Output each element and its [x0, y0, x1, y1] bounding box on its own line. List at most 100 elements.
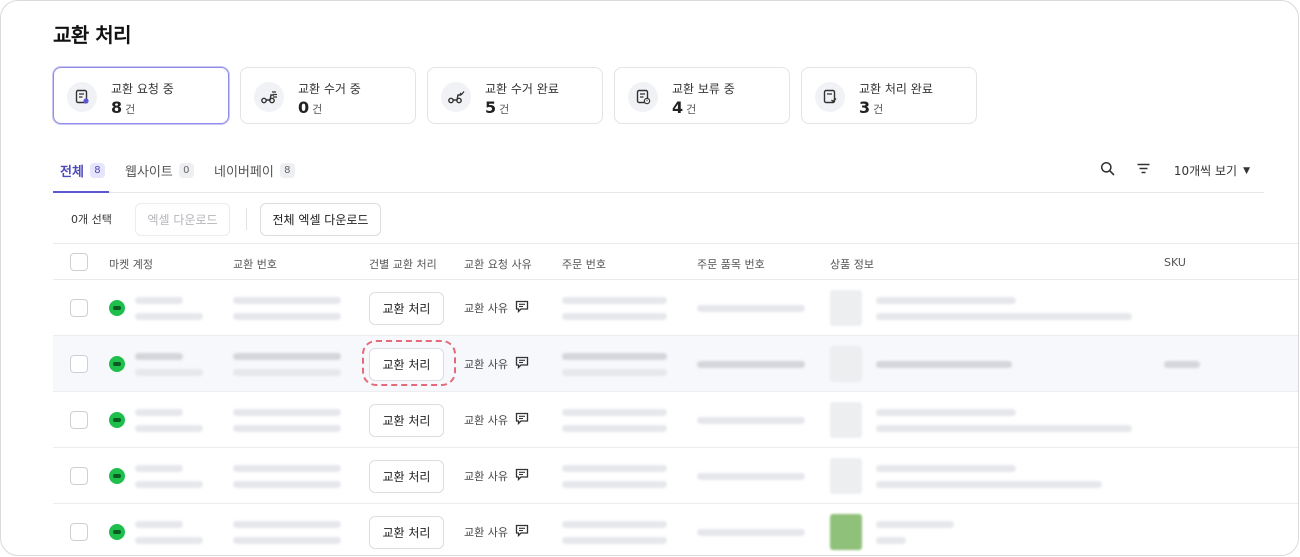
column-header: 교환 번호: [233, 258, 277, 271]
tab-label: 웹사이트: [125, 165, 173, 180]
status-card-count: 3건: [859, 98, 884, 117]
row-checkbox[interactable]: [70, 355, 88, 373]
redacted-text: [135, 521, 183, 528]
bulk-actions-bar: 0개 선택 엑셀 다운로드 전체 엑셀 다운로드: [53, 199, 1298, 243]
redacted-text: [876, 521, 954, 528]
redacted-text: [135, 297, 183, 304]
table-row[interactable]: 교환 처리 교환 사유: [53, 448, 1298, 504]
table-row[interactable]: 교환 처리 교환 사유: [53, 280, 1298, 336]
redacted-text: [876, 409, 1016, 416]
column-header: 상품 정보: [830, 258, 874, 271]
divider: [246, 208, 247, 230]
column-header: 건별 교환 처리: [369, 258, 437, 271]
table-row[interactable]: 교환 처리 교환 사유: [53, 392, 1298, 448]
redacted-text: [876, 361, 1012, 368]
redacted-text: [233, 369, 341, 376]
redacted-text: [562, 537, 667, 544]
column-header: 마켓 계정: [109, 258, 153, 271]
status-card-count: 4건: [672, 98, 697, 117]
message-icon: [515, 300, 529, 316]
search-icon[interactable]: [1100, 161, 1115, 176]
tab-count-badge: 0: [178, 163, 194, 178]
tab-count-badge: 8: [279, 163, 295, 178]
redacted-text: [233, 521, 341, 528]
redacted-text: [562, 481, 667, 488]
row-checkbox[interactable]: [70, 523, 88, 541]
exchange-process-button[interactable]: 교환 처리: [369, 292, 444, 325]
column-header: 주문 품목 번호: [697, 258, 765, 271]
active-tab-indicator: [53, 191, 109, 193]
redacted-text: [876, 537, 906, 544]
redacted-text: [697, 305, 805, 312]
status-card-complete[interactable]: 교환 처리 완료 3건: [801, 67, 977, 124]
exchange-process-button[interactable]: 교환 처리: [369, 460, 444, 493]
column-header: 교환 요청 사유: [464, 258, 532, 271]
tab-label: 전체: [60, 165, 84, 180]
redacted-text: [562, 465, 667, 472]
select-all-checkbox[interactable]: [70, 253, 88, 271]
exchange-process-button[interactable]: 교환 처리: [369, 348, 444, 381]
exchange-process-button[interactable]: 교환 처리: [369, 516, 444, 549]
exchange-table: 마켓 계정 교환 번호 건별 교환 처리 교환 요청 사유 주문 번호 주문 품…: [53, 243, 1298, 555]
reason-label: 교환 사유: [464, 414, 508, 427]
row-checkbox[interactable]: [70, 411, 88, 429]
product-thumbnail: [830, 402, 862, 438]
reason-label: 교환 사유: [464, 358, 508, 371]
table-row[interactable]: 교환 처리 교환 사유: [53, 336, 1298, 392]
exchange-reason[interactable]: 교환 사유: [464, 356, 529, 372]
redacted-text: [233, 465, 341, 472]
status-card-pickup[interactable]: 교환 수거 중 0건: [240, 67, 416, 124]
redacted-text: [233, 481, 341, 488]
message-icon: [515, 412, 529, 428]
tab-website[interactable]: 웹사이트 0: [125, 161, 194, 180]
market-logo-icon: [109, 356, 125, 372]
message-icon: [515, 524, 529, 540]
status-card-pickup-done[interactable]: 교환 수거 완료 5건: [427, 67, 603, 124]
per-page-select[interactable]: 10개씩 보기 ▼: [1174, 162, 1250, 179]
status-card-label: 교환 보류 중: [672, 82, 735, 96]
pickup-scooter-icon: [254, 82, 284, 112]
exchange-reason[interactable]: 교환 사유: [464, 468, 529, 484]
redacted-text: [233, 537, 341, 544]
redacted-text: [562, 313, 667, 320]
redacted-text: [562, 297, 667, 304]
market-logo-icon: [109, 524, 125, 540]
redacted-text: [562, 521, 667, 528]
redacted-text: [876, 313, 1132, 320]
status-card-label: 교환 요청 중: [111, 82, 174, 96]
redacted-text: [135, 465, 183, 472]
status-card-label: 교환 수거 중: [298, 82, 361, 96]
redacted-text: [697, 473, 805, 480]
column-header: 주문 번호: [562, 258, 606, 271]
reason-label: 교환 사유: [464, 526, 508, 539]
row-checkbox[interactable]: [70, 467, 88, 485]
all-excel-download-button[interactable]: 전체 엑셀 다운로드: [260, 203, 381, 236]
row-checkbox[interactable]: [70, 299, 88, 317]
tab-naverpay[interactable]: 네이버페이 8: [214, 161, 295, 180]
redacted-text: [697, 417, 805, 424]
redacted-text: [135, 481, 203, 488]
redacted-text: [135, 369, 203, 376]
exchange-reason[interactable]: 교환 사유: [464, 524, 529, 540]
redacted-text: [233, 425, 341, 432]
tab-label: 네이버페이: [214, 165, 274, 180]
table-row[interactable]: 교환 처리 교환 사유: [53, 504, 1298, 555]
market-logo-icon: [109, 300, 125, 316]
excel-download-button[interactable]: 엑셀 다운로드: [135, 203, 230, 236]
exchange-process-button[interactable]: 교환 처리: [369, 404, 444, 437]
status-card-count: 5건: [485, 98, 510, 117]
table-header: 마켓 계정 교환 번호 건별 교환 처리 교환 요청 사유 주문 번호 주문 품…: [53, 243, 1298, 280]
status-card-requested[interactable]: 교환 요청 중 8건: [53, 67, 229, 124]
tab-all[interactable]: 전체 8: [60, 161, 105, 180]
app-window: 교환 처리 교환 요청 중 8건 교환 수거 중 0건 교환 수거 완료 5건: [0, 0, 1299, 556]
exchange-reason[interactable]: 교환 사유: [464, 412, 529, 428]
exchange-reason[interactable]: 교환 사유: [464, 300, 529, 316]
status-card-label: 교환 수거 완료: [485, 82, 559, 96]
filter-icon[interactable]: [1136, 161, 1151, 176]
redacted-text: [233, 353, 341, 360]
redacted-text: [135, 537, 203, 544]
redacted-text: [562, 409, 667, 416]
redacted-text: [233, 409, 341, 416]
tab-count-badge: 8: [89, 163, 105, 178]
status-card-hold[interactable]: 교환 보류 중 4건: [614, 67, 790, 124]
